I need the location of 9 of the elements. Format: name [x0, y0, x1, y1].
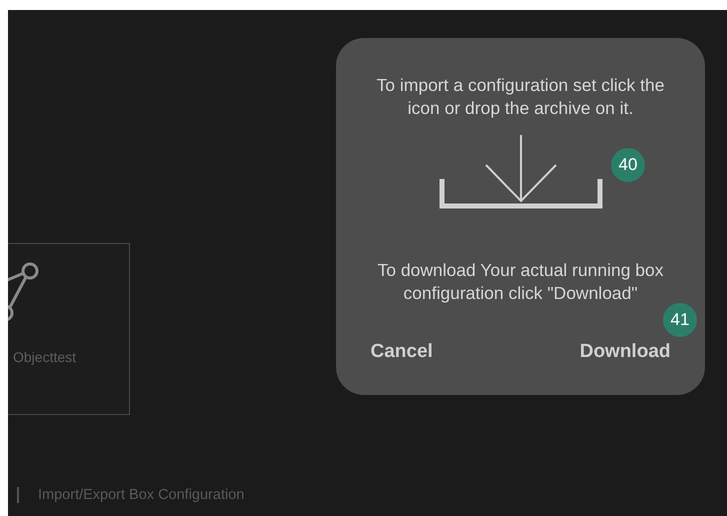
download-icon[interactable] — [438, 135, 602, 211]
step-number-badge: 41 — [663, 303, 697, 337]
download-instructions: To download Your actual running box configuration click "Download" — [376, 259, 665, 305]
download-button[interactable]: Download — [580, 341, 670, 363]
object-label: Objecttest — [13, 349, 76, 365]
import-instructions: To import a configuration set click the icon or drop the archive on it. — [376, 74, 666, 120]
page-title: Import/Export Box Configuration — [38, 487, 244, 503]
cancel-button[interactable]: Cancel — [370, 341, 433, 363]
step-number-badge: 40 — [611, 148, 645, 182]
